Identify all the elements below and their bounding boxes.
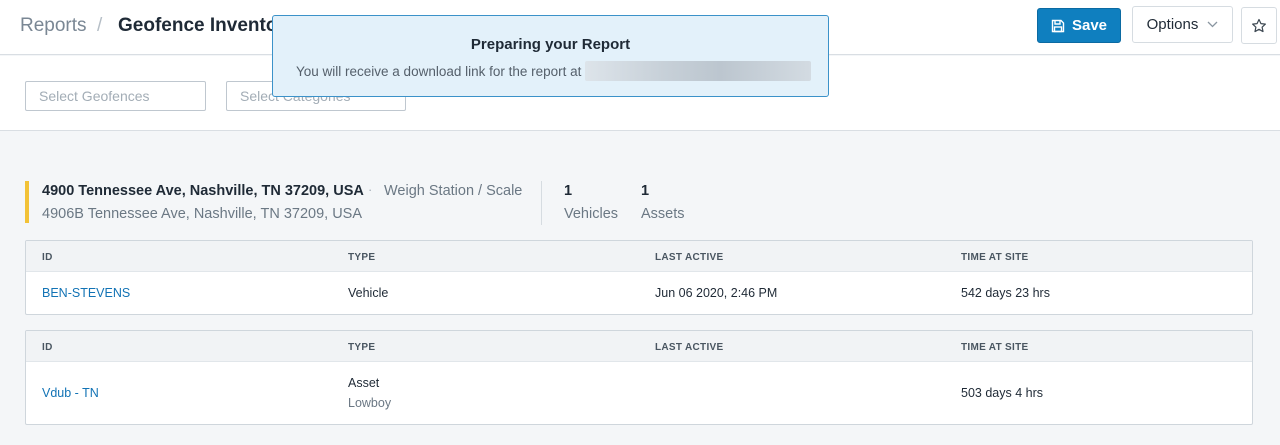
star-icon: [1251, 18, 1267, 34]
assets-table: ID TYPE LAST ACTIVE TIME AT SITE Vdub - …: [25, 330, 1253, 425]
table-header: ID TYPE LAST ACTIVE TIME AT SITE: [26, 241, 1252, 272]
breadcrumb-reports[interactable]: Reports: [20, 15, 87, 37]
row-id-link[interactable]: Vdub - TN: [42, 386, 99, 400]
row-type-subtype: Lowboy: [348, 396, 392, 410]
row-type: Vehicle: [348, 286, 389, 300]
assets-count: 1: [641, 183, 650, 199]
options-button-label: Options: [1146, 16, 1199, 33]
save-button-label: Save: [1071, 17, 1108, 34]
vehicles-count: 1: [564, 183, 573, 199]
toast-message: You will receive a download link for the…: [296, 64, 582, 79]
table-header: ID TYPE LAST ACTIVE TIME AT SITE: [26, 331, 1252, 362]
geofence-address: 4900 Tennessee Ave, Nashville, TN 37209,…: [42, 183, 364, 199]
column-header-id[interactable]: ID: [42, 342, 53, 353]
breadcrumb-separator: /: [97, 15, 103, 36]
geofence-separator: ·: [368, 182, 373, 197]
summary-divider: [541, 181, 542, 225]
column-header-last-active[interactable]: LAST ACTIVE: [655, 252, 724, 263]
favorite-button[interactable]: [1241, 7, 1277, 44]
floppy-disk-icon: [1051, 19, 1065, 33]
geofence-accent-bar: [25, 181, 29, 223]
column-header-id[interactable]: ID: [42, 252, 53, 263]
column-header-type[interactable]: TYPE: [348, 252, 375, 263]
report-toast: Preparing your Report You will receive a…: [272, 15, 829, 97]
vehicles-table: ID TYPE LAST ACTIVE TIME AT SITE BEN-STE…: [25, 240, 1253, 315]
row-time-at-site: 542 days 23 hrs: [961, 286, 1050, 300]
chevron-down-icon: [1207, 21, 1218, 28]
column-header-last-active[interactable]: LAST ACTIVE: [655, 342, 724, 353]
row-type: Asset: [348, 376, 380, 390]
row-last-active: Jun 06 2020, 2:46 PM: [655, 286, 778, 300]
row-id-link[interactable]: BEN-STEVENS: [42, 286, 130, 300]
row-time-at-site: 503 days 4 hrs: [961, 386, 1043, 400]
vehicles-label: Vehicles: [564, 206, 619, 222]
toast-title: Preparing your Report: [470, 36, 631, 53]
redacted-email: [585, 61, 811, 81]
column-header-time-at-site[interactable]: TIME AT SITE: [961, 342, 1029, 353]
geofence-type: Weigh Station / Scale: [384, 183, 523, 199]
geofences-select[interactable]: Select Geofences: [25, 81, 206, 111]
save-button[interactable]: Save: [1037, 8, 1121, 43]
options-button[interactable]: Options: [1132, 6, 1233, 43]
column-header-type[interactable]: TYPE: [348, 342, 375, 353]
assets-label: Assets: [641, 206, 685, 222]
page-title: Geofence Inventory: [118, 15, 296, 36]
geofence-sub-address: 4906B Tennessee Ave, Nashville, TN 37209…: [42, 206, 363, 222]
column-header-time-at-site[interactable]: TIME AT SITE: [961, 252, 1029, 263]
